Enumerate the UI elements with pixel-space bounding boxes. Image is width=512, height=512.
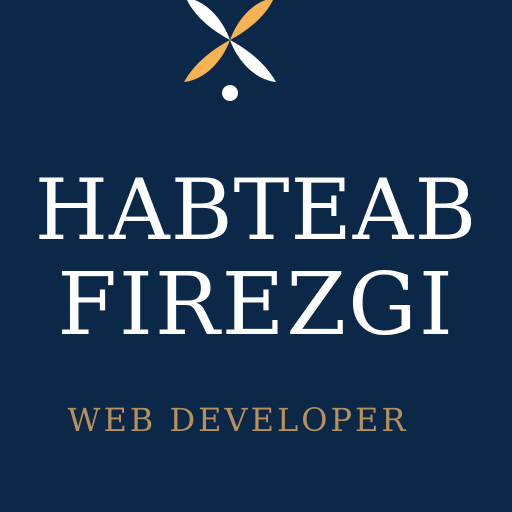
- petal-upper-right: [230, 0, 273, 40]
- petal-lower-right: [230, 40, 276, 82]
- name-second-line: FIREZGI: [57, 255, 455, 355]
- logo-card: HABTEAB FIREZGI WEB DEVELOPER: [0, 0, 512, 512]
- flower-logo-icon: [184, 0, 276, 101]
- petal-lower-left: [184, 40, 230, 82]
- role-subtitle: WEB DEVELOPER: [67, 401, 409, 439]
- name-first-line: HABTEAB: [34, 161, 478, 259]
- petal-upper-left: [187, 0, 230, 40]
- logo-dot: [222, 85, 238, 101]
